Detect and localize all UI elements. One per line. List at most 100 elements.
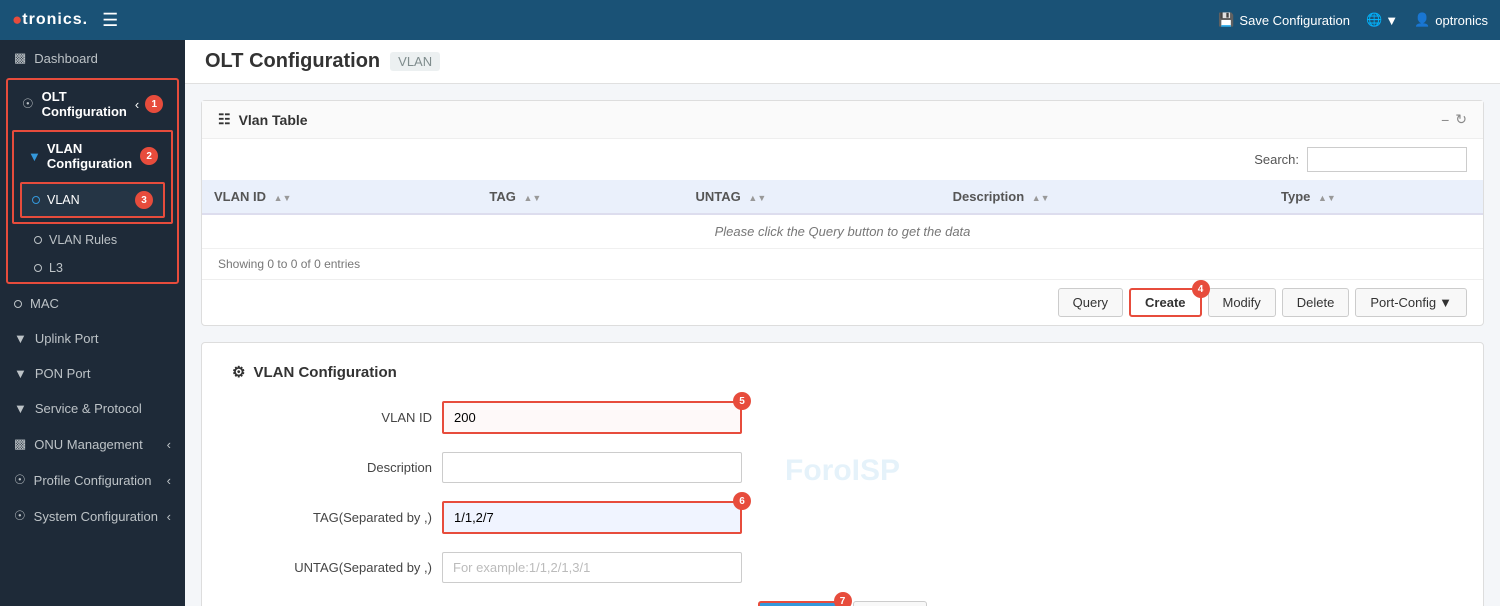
logo-icon: ● bbox=[12, 10, 22, 30]
onu-chevron-icon: ‹ bbox=[167, 437, 171, 452]
sidebar-item-vlan[interactable]: VLAN 3 bbox=[22, 184, 163, 216]
port-config-button[interactable]: Port-Config ▼ bbox=[1355, 288, 1467, 317]
table-controls: Search: bbox=[202, 139, 1483, 180]
system-icon: ☉ bbox=[14, 508, 26, 524]
col-type: Type ▲▼ bbox=[1269, 180, 1483, 214]
vlan-id-input-wrapper: 5 bbox=[442, 401, 742, 434]
modify-button[interactable]: Modify bbox=[1208, 288, 1276, 317]
form-row-vlan-id: VLAN ID 5 bbox=[232, 401, 1453, 434]
content-body: ☷ Vlan Table − ↻ Search: bbox=[185, 84, 1500, 606]
sidebar-item-uplink-port[interactable]: ▼ Uplink Port bbox=[0, 321, 185, 356]
form-row-tag: TAG(Separated by ,) 6 bbox=[232, 501, 1453, 534]
navbar-left: ● tronics. ☰ bbox=[12, 10, 118, 31]
sidebar-item-olt-config[interactable]: ☉ OLT Configuration ‹ 1 bbox=[8, 80, 177, 128]
vlan-id-label: VLAN ID bbox=[232, 410, 432, 425]
olt-config-section: ☉ OLT Configuration ‹ 1 ▼ VLAN Configura… bbox=[6, 78, 179, 284]
user-icon: 👤 bbox=[1414, 12, 1430, 28]
form-row-description: Description bbox=[232, 452, 1453, 483]
onu-icon: ▩ bbox=[14, 436, 26, 452]
breadcrumb: VLAN bbox=[390, 52, 440, 71]
sidebar: ▩ Dashboard ☉ OLT Configuration ‹ 1 bbox=[0, 40, 185, 606]
vlan-circle-icon bbox=[32, 196, 40, 204]
language-button[interactable]: 🌐 ▼ bbox=[1366, 12, 1398, 28]
sidebar-item-pon-port[interactable]: ▼ PON Port bbox=[0, 356, 185, 391]
uplink-chevron-icon: ▼ bbox=[14, 331, 27, 346]
badge-3: 3 bbox=[135, 191, 153, 209]
sort-arrows-vlan-id[interactable]: ▲▼ bbox=[274, 193, 292, 203]
table-header-row: VLAN ID ▲▼ TAG ▲▼ UNTAG ▲▼ Description ▲… bbox=[202, 180, 1483, 214]
vlan-id-input[interactable] bbox=[442, 401, 742, 434]
search-input[interactable] bbox=[1307, 147, 1467, 172]
badge-2-container: 2 bbox=[140, 147, 158, 165]
vlan-table-card-header: ☷ Vlan Table − ↻ bbox=[202, 101, 1483, 139]
empty-message: Please click the Query button to get the… bbox=[202, 214, 1483, 249]
table-footer: Showing 0 to 0 of 0 entries bbox=[202, 249, 1483, 279]
vlan-config-icon: ▼ bbox=[28, 149, 41, 164]
vlan-table-title: ☷ Vlan Table bbox=[218, 111, 308, 128]
vlan-table-card: ☷ Vlan Table − ↻ Search: bbox=[201, 100, 1484, 326]
mac-circle-icon bbox=[14, 300, 22, 308]
content-area: OLT Configuration VLAN ☷ Vlan Table − ↻ bbox=[185, 40, 1500, 606]
sidebar-item-dashboard[interactable]: ▩ Dashboard bbox=[0, 40, 185, 76]
sort-arrows-tag[interactable]: ▲▼ bbox=[524, 193, 542, 203]
submit-button[interactable]: Submit bbox=[758, 601, 842, 606]
query-button[interactable]: Query bbox=[1058, 288, 1123, 317]
navbar: ● tronics. ☰ 💾 Save Configuration 🌐 ▼ 👤 … bbox=[0, 0, 1500, 40]
vlan-rules-icon bbox=[34, 236, 42, 244]
delete-button[interactable]: Delete bbox=[1282, 288, 1350, 317]
untag-input[interactable] bbox=[442, 552, 742, 583]
sidebar-item-vlan-rules[interactable]: VLAN Rules bbox=[8, 226, 177, 254]
main-layout: ▩ Dashboard ☉ OLT Configuration ‹ 1 bbox=[0, 40, 1500, 606]
vlan-config-card: ForoISP ⚙ VLAN Configuration VLAN ID 5 bbox=[201, 342, 1484, 606]
sidebar-item-vlan-config[interactable]: ▼ VLAN Configuration 2 bbox=[14, 132, 171, 180]
untag-label: UNTAG(Separated by ,) bbox=[232, 560, 432, 575]
sidebar-item-l3[interactable]: L3 bbox=[8, 254, 177, 282]
hamburger-icon[interactable]: ☰ bbox=[102, 10, 118, 31]
form-actions: Submit 7 Cancel bbox=[232, 601, 1453, 606]
description-label: Description bbox=[232, 460, 432, 475]
table-icon: ☷ bbox=[218, 111, 231, 128]
tag-input[interactable] bbox=[442, 501, 742, 534]
user-menu-button[interactable]: 👤 optronics bbox=[1414, 12, 1488, 28]
sort-arrows-type[interactable]: ▲▼ bbox=[1318, 193, 1336, 203]
sidebar-item-service-protocol[interactable]: ▼ Service & Protocol bbox=[0, 391, 185, 426]
chevron-left-icon: ‹ bbox=[135, 97, 139, 112]
showing-text: Showing 0 to 0 of 0 entries bbox=[218, 257, 360, 271]
sidebar-item-system-config[interactable]: ☉ System Configuration ‹ bbox=[0, 498, 185, 534]
search-label: Search: bbox=[1254, 152, 1299, 167]
col-vlan-id: VLAN ID ▲▼ bbox=[202, 180, 477, 214]
sort-arrows-untag[interactable]: ▲▼ bbox=[748, 193, 766, 203]
service-chevron-icon: ▼ bbox=[14, 401, 27, 416]
refresh-button[interactable]: ↻ bbox=[1455, 111, 1467, 128]
tag-input-wrapper: 6 bbox=[442, 501, 742, 534]
config-icon: ⚙ bbox=[232, 363, 245, 381]
sidebar-item-profile-config[interactable]: ☉ Profile Configuration ‹ bbox=[0, 462, 185, 498]
vlan-config-box: ▼ VLAN Configuration 2 VLAN 3 bbox=[12, 130, 173, 224]
profile-icon: ☉ bbox=[14, 472, 26, 488]
description-input[interactable] bbox=[442, 452, 742, 483]
save-config-button[interactable]: 💾 Save Configuration bbox=[1218, 12, 1350, 28]
badge-5: 5 bbox=[733, 392, 751, 410]
sidebar-item-mac[interactable]: MAC bbox=[0, 286, 185, 321]
col-tag: TAG ▲▼ bbox=[477, 180, 683, 214]
vlan-sub-box: VLAN 3 bbox=[20, 182, 165, 218]
sidebar-item-onu-mgmt[interactable]: ▩ ONU Management ‹ bbox=[0, 426, 185, 462]
profile-chevron-icon: ‹ bbox=[167, 473, 171, 488]
badge-3-container: 3 bbox=[135, 191, 153, 209]
globe-icon: 🌐 bbox=[1366, 12, 1382, 28]
sort-arrows-description[interactable]: ▲▼ bbox=[1032, 193, 1050, 203]
card-header-actions: − ↻ bbox=[1441, 111, 1467, 128]
create-button[interactable]: Create bbox=[1129, 288, 1201, 317]
col-untag: UNTAG ▲▼ bbox=[684, 180, 941, 214]
badge-7: 7 bbox=[834, 592, 852, 606]
action-bar: Query Create 4 Modify Delete Port-Config… bbox=[202, 279, 1483, 325]
form-section-title: ⚙ VLAN Configuration bbox=[232, 363, 1453, 381]
cancel-button[interactable]: Cancel bbox=[853, 601, 927, 606]
tag-label: TAG(Separated by ,) bbox=[232, 510, 432, 525]
minimize-button[interactable]: − bbox=[1441, 111, 1449, 128]
vlan-table: VLAN ID ▲▼ TAG ▲▼ UNTAG ▲▼ Description ▲… bbox=[202, 180, 1483, 249]
dashboard-icon: ▩ bbox=[14, 50, 26, 66]
olt-config-icon: ☉ bbox=[22, 96, 34, 112]
navbar-right: 💾 Save Configuration 🌐 ▼ 👤 optronics bbox=[1218, 12, 1488, 28]
create-button-wrapper: Create 4 bbox=[1129, 288, 1201, 317]
